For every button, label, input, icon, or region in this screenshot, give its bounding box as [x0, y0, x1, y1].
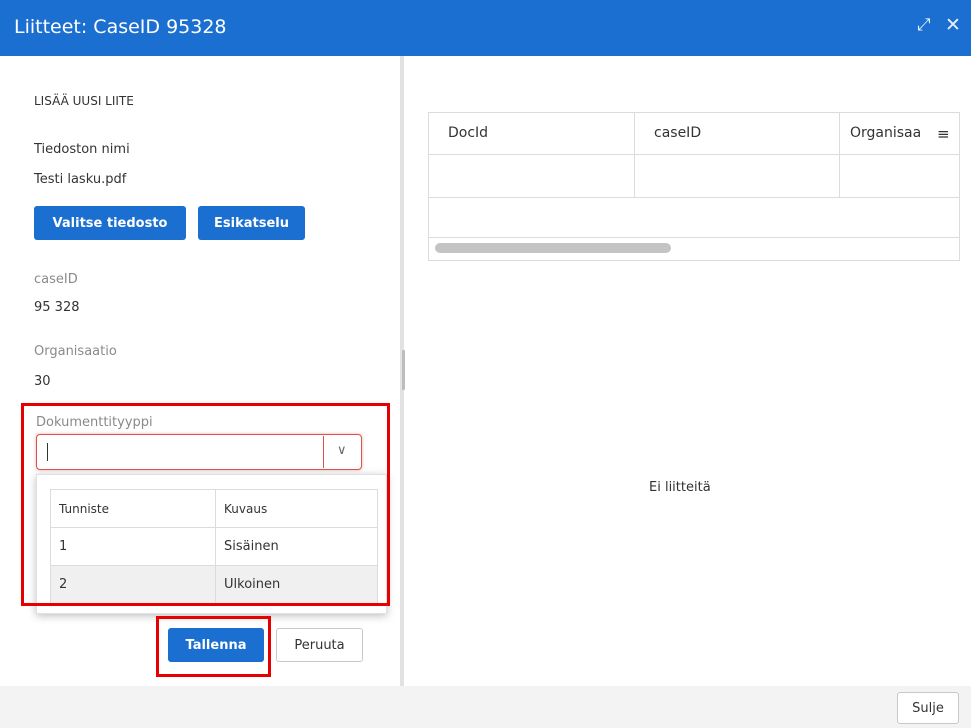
expand-icon[interactable]: ⤢ — [917, 15, 931, 35]
grid-filler — [429, 198, 959, 238]
caseid-label: caseID — [34, 272, 78, 287]
organisation-label: Organisaatio — [34, 344, 117, 359]
empty-message: Ei liitteitä — [649, 480, 711, 495]
choose-file-button[interactable]: Valitse tiedosto — [34, 206, 186, 240]
file-name-value: Testi lasku.pdf — [34, 172, 127, 187]
organisation-value: 30 — [34, 374, 51, 389]
splitter-grip[interactable] — [402, 350, 405, 390]
caseid-value: 95 328 — [34, 300, 80, 315]
grid-cell — [635, 155, 840, 197]
highlight-box-save — [156, 616, 271, 677]
dialog-title: Liitteet: CaseID 95328 — [14, 16, 227, 38]
dialog-titlebar: Liitteet: CaseID 95328 ⤢ ✕ — [0, 0, 971, 56]
cancel-button[interactable]: Peruuta — [276, 628, 363, 662]
horizontal-scrollbar[interactable] — [435, 243, 671, 253]
grid-empty-row — [429, 155, 959, 198]
attachments-panel: DocId caseID Organisaa ≡ Ei liitteitä — [412, 56, 971, 686]
highlight-box-doctype — [21, 403, 390, 606]
preview-button[interactable]: Esikatselu — [198, 206, 305, 240]
column-header-docid[interactable]: DocId — [429, 113, 635, 155]
close-icon[interactable]: ✕ — [945, 15, 961, 35]
section-title: LISÄÄ UUSI LIITE — [34, 94, 134, 108]
close-button[interactable]: Sulje — [897, 692, 959, 724]
grid-cell — [429, 155, 635, 197]
file-name-label: Tiedoston nimi — [34, 142, 130, 157]
attachments-grid: DocId caseID Organisaa ≡ — [428, 112, 960, 261]
grid-header: DocId caseID Organisaa ≡ — [429, 113, 959, 155]
column-menu-icon[interactable]: ≡ — [937, 125, 950, 143]
dialog-footer: Sulje — [0, 686, 971, 728]
column-header-caseid[interactable]: caseID — [635, 113, 840, 155]
